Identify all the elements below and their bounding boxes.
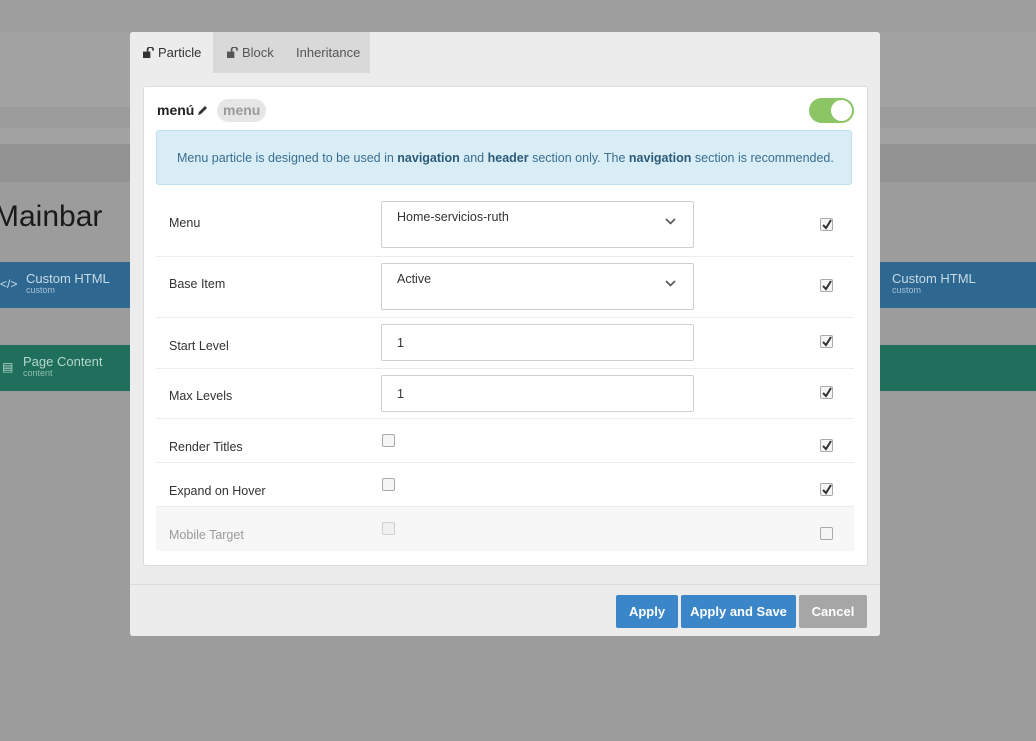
toggle-knob xyxy=(831,100,852,121)
bg-section-title: Mainbar xyxy=(0,200,103,233)
menu-select[interactable]: Home-servicios-ruth xyxy=(381,201,694,248)
unlock-icon xyxy=(143,47,154,58)
document-icon: ▤ xyxy=(2,360,14,374)
apply-and-save-button[interactable]: Apply and Save xyxy=(681,595,796,628)
check-icon xyxy=(822,336,832,347)
check-icon xyxy=(822,440,832,451)
max-levels-input[interactable]: 1 xyxy=(381,375,694,412)
field-row-mobile-target: Mobile Target xyxy=(156,507,854,551)
expand-on-hover-checkbox[interactable] xyxy=(382,478,395,491)
field-label: Mobile Target xyxy=(169,528,244,542)
mobile-target-checkbox xyxy=(382,522,395,535)
field-row-menu: Menu Home-servicios-ruth xyxy=(156,200,854,257)
start-level-input[interactable]: 1 xyxy=(381,324,694,361)
field-row-render-titles: Render Titles xyxy=(156,419,854,463)
tab-particle[interactable]: Particle xyxy=(130,32,213,73)
override-checkbox[interactable] xyxy=(820,279,833,292)
pencil-icon[interactable] xyxy=(197,104,209,116)
enable-toggle[interactable] xyxy=(809,98,854,123)
chevron-down-icon xyxy=(665,280,676,287)
override-checkbox[interactable] xyxy=(820,335,833,348)
field-label: Start Level xyxy=(169,339,229,353)
particle-type-badge: menu xyxy=(217,99,267,122)
cancel-button[interactable]: Cancel xyxy=(799,595,867,628)
override-checkbox[interactable] xyxy=(820,527,833,540)
code-icon: </> xyxy=(0,277,18,291)
bg-block-page-content: ▤ Page Content content xyxy=(0,345,130,391)
override-checkbox[interactable] xyxy=(820,218,833,231)
info-alert: Menu particle is designed to be used in … xyxy=(156,130,852,185)
bg-block-page-content xyxy=(880,345,1036,391)
base-item-select[interactable]: Active xyxy=(381,263,694,310)
field-label: Max Levels xyxy=(169,389,233,403)
particle-panel: menú menu Menu particle is designed to b… xyxy=(143,86,868,566)
field-row-max-levels: Max Levels 1 xyxy=(156,369,854,419)
field-row-start-level: Start Level 1 xyxy=(156,318,854,369)
modal-footer: Apply Apply and Save Cancel xyxy=(130,584,880,636)
bg-block-custom-html: </> Custom HTML custom xyxy=(0,262,130,308)
tab-inheritance[interactable]: Inheritance xyxy=(296,32,360,73)
particle-title[interactable]: menú xyxy=(157,102,194,118)
check-icon xyxy=(822,219,832,230)
field-row-expand-on-hover: Expand on Hover xyxy=(156,463,854,507)
particle-settings-modal: Particle Block Inheritance menú menu Men… xyxy=(130,32,880,636)
field-label: Render Titles xyxy=(169,440,243,454)
field-label: Base Item xyxy=(169,277,226,291)
bg-header xyxy=(0,0,1036,32)
render-titles-checkbox[interactable] xyxy=(382,434,395,447)
check-icon xyxy=(822,387,832,398)
override-checkbox[interactable] xyxy=(820,483,833,496)
modal-tabs: Particle Block Inheritance xyxy=(130,32,370,73)
field-row-base-item: Base Item Active xyxy=(156,257,854,318)
override-checkbox[interactable] xyxy=(820,439,833,452)
check-icon xyxy=(822,484,832,495)
check-icon xyxy=(822,280,832,291)
tab-block[interactable]: Block xyxy=(227,32,274,73)
apply-button[interactable]: Apply xyxy=(616,595,678,628)
field-label: Expand on Hover xyxy=(169,484,266,498)
chevron-down-icon xyxy=(665,218,676,225)
bg-block-custom-html: Custom HTML custom xyxy=(880,262,1036,308)
field-label: Menu xyxy=(169,216,201,230)
unlock-icon xyxy=(227,47,238,58)
override-checkbox[interactable] xyxy=(820,386,833,399)
